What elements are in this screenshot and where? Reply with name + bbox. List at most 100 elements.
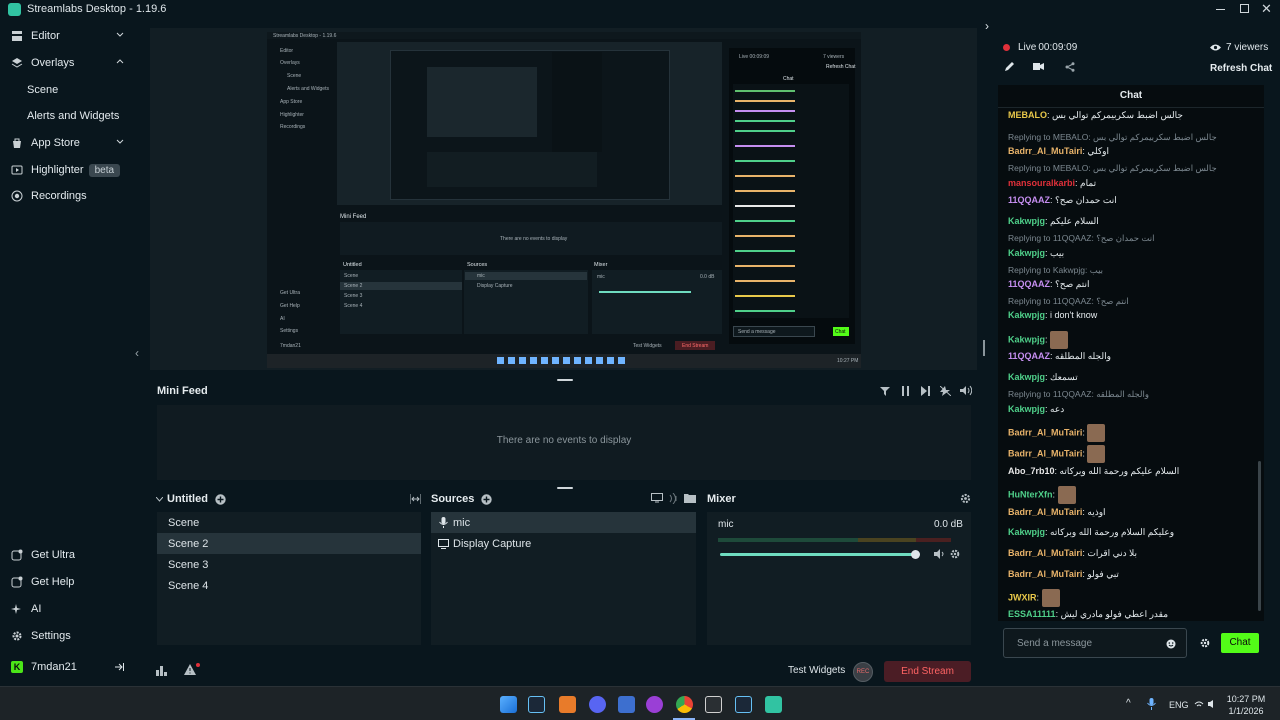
- source-item[interactable]: Display Capture: [431, 533, 696, 554]
- chat-scrollbar[interactable]: [1258, 461, 1261, 611]
- minimize-icon[interactable]: [1216, 9, 1225, 10]
- app-a-icon[interactable]: [559, 696, 576, 713]
- maximize-icon[interactable]: [1240, 4, 1249, 13]
- scene-item-selected[interactable]: Scene 2: [157, 533, 421, 554]
- speaker-icon[interactable]: [934, 549, 945, 559]
- chat-username[interactable]: Badrr_Al_MuTairi: [1008, 507, 1082, 517]
- chat-username[interactable]: ESSA11111: [1008, 609, 1056, 619]
- volume-slider[interactable]: [720, 553, 916, 556]
- sidebar-item-ai[interactable]: AI: [0, 596, 136, 622]
- gear-icon[interactable]: [950, 549, 960, 559]
- sidebar-item-get-help[interactable]: Get Help: [0, 569, 136, 595]
- app-icon[interactable]: [646, 696, 663, 713]
- volume-slider-handle[interactable]: [911, 550, 920, 559]
- close-icon[interactable]: ✕: [1261, 1, 1272, 17]
- clock-time[interactable]: 10:27 PM: [1226, 694, 1266, 704]
- sidebar-item-get-ultra[interactable]: Get Ultra: [0, 542, 136, 568]
- add-source-icon[interactable]: [481, 493, 493, 505]
- add-folder-icon[interactable]: [684, 493, 696, 503]
- chat-username[interactable]: Kakwpjg: [1008, 404, 1045, 414]
- tray-chevron-up-icon[interactable]: ^: [1126, 698, 1131, 709]
- chat-username[interactable]: Badrr_Al_MuTairi: [1008, 448, 1082, 458]
- chat-username[interactable]: Kakwpjg: [1008, 248, 1045, 258]
- chat-input[interactable]: Send a message: [1003, 628, 1187, 658]
- sidebar-item-recordings[interactable]: Recordings: [0, 183, 136, 209]
- streamlabs-icon[interactable]: [765, 696, 782, 713]
- screen-icon[interactable]: [651, 493, 663, 503]
- chat-username[interactable]: 11QQAAZ: [1008, 279, 1050, 289]
- pause-icon[interactable]: [901, 386, 911, 396]
- skip-icon[interactable]: [921, 386, 931, 396]
- wifi-volume-icons[interactable]: [1194, 699, 1220, 709]
- scene-item[interactable]: Scene: [157, 512, 421, 533]
- logout-icon[interactable]: [114, 662, 124, 672]
- inner-minifeed-title: Mini Feed: [340, 214, 367, 220]
- mic-tray-icon[interactable]: [1147, 698, 1156, 710]
- windows-start-icon[interactable]: [500, 696, 517, 713]
- chevron-down-icon[interactable]: [156, 496, 163, 502]
- chat-username[interactable]: Kakwpjg: [1008, 372, 1045, 382]
- refresh-chat-button[interactable]: Refresh Chat: [1210, 63, 1272, 74]
- chat-username[interactable]: Abo_7rb10: [1008, 466, 1055, 476]
- chat-emote-image: [1041, 589, 1060, 607]
- app-icon[interactable]: [705, 696, 722, 713]
- add-scene-icon[interactable]: [215, 493, 226, 505]
- sidebar-item-label: Recordings: [31, 190, 87, 202]
- mute-alerts-icon[interactable]: [940, 386, 951, 396]
- sidebar-item-app-store[interactable]: App Store: [0, 130, 136, 156]
- user-account[interactable]: K 7mdan21: [0, 654, 136, 680]
- scene-item[interactable]: Scene 3: [157, 554, 421, 575]
- end-stream-button[interactable]: End Stream: [884, 661, 971, 682]
- chat-username[interactable]: Kakwpjg: [1008, 334, 1045, 344]
- chrome-icon[interactable]: [676, 696, 693, 713]
- chat-username[interactable]: Badrr_Al_MuTairi: [1008, 548, 1082, 558]
- chat-username[interactable]: 11QQAAZ: [1008, 195, 1050, 205]
- emoji-icon[interactable]: [1166, 639, 1176, 649]
- transitions-icon[interactable]: [410, 494, 421, 504]
- clock-date[interactable]: 1/1/2026: [1226, 706, 1266, 716]
- language-indicator[interactable]: ENG: [1169, 700, 1189, 710]
- sidebar-item-scene[interactable]: Scene: [0, 77, 136, 103]
- source-item[interactable]: mic: [431, 512, 696, 533]
- scene-collection-title[interactable]: Untitled: [167, 493, 208, 505]
- audio-sources-icon[interactable]: [668, 493, 679, 504]
- test-widgets-button[interactable]: Test Widgets: [788, 665, 845, 676]
- app-icon[interactable]: [618, 696, 635, 713]
- sidebar-item-highlighter[interactable]: Highlighter beta: [0, 157, 136, 183]
- sidebar-item-overlays[interactable]: Overlays: [0, 50, 136, 76]
- gear-icon[interactable]: [960, 493, 971, 504]
- record-button[interactable]: REC: [853, 662, 873, 682]
- volume-icon[interactable]: [960, 385, 972, 396]
- steam-icon[interactable]: [735, 696, 752, 713]
- chat-username[interactable]: mansouralkarbi: [1008, 178, 1075, 188]
- chat-settings-gear-icon[interactable]: [1200, 638, 1210, 648]
- chat-username[interactable]: 11QQAAZ: [1008, 351, 1050, 361]
- sidebar-item-editor[interactable]: Editor: [0, 23, 136, 49]
- filter-icon[interactable]: [880, 386, 890, 396]
- alert-warning-icon[interactable]: [184, 663, 200, 676]
- chat-username[interactable]: Kakwpjg: [1008, 310, 1045, 320]
- scene-item[interactable]: Scene 4: [157, 575, 421, 596]
- sidebar-item-settings[interactable]: Settings: [0, 623, 136, 649]
- steam-icon[interactable]: [528, 696, 545, 713]
- collapse-right-chevron-icon[interactable]: ›: [985, 19, 989, 33]
- sidebar-item-alerts-widgets[interactable]: Alerts and Widgets: [0, 103, 136, 129]
- discord-icon[interactable]: [589, 696, 606, 713]
- video-icon[interactable]: [1033, 61, 1044, 72]
- share-icon[interactable]: [1065, 62, 1075, 72]
- chat-reply-context: Replying to Kakwpjg: بيب: [1008, 265, 1103, 276]
- chat-username[interactable]: Badrr_Al_MuTairi: [1008, 427, 1082, 437]
- chat-username[interactable]: MEBALO: [1008, 110, 1047, 120]
- chat-username[interactable]: Kakwpjg: [1008, 527, 1045, 537]
- chat-username[interactable]: JWXIR: [1008, 592, 1037, 602]
- edit-stream-icon[interactable]: [1004, 61, 1015, 72]
- chat-username[interactable]: HuNterXfn: [1008, 489, 1053, 499]
- stats-icon[interactable]: [156, 665, 167, 676]
- chat-username[interactable]: Badrr_Al_MuTairi: [1008, 569, 1082, 579]
- chat-send-button[interactable]: Chat: [1221, 633, 1259, 653]
- chat-username[interactable]: Kakwpjg: [1008, 216, 1045, 226]
- scenes-header: Untitled: [156, 491, 421, 507]
- collapse-left-chevron-icon[interactable]: ‹: [135, 346, 139, 360]
- drag-handle[interactable]: [557, 487, 573, 489]
- chat-username[interactable]: Badrr_Al_MuTairi: [1008, 146, 1082, 156]
